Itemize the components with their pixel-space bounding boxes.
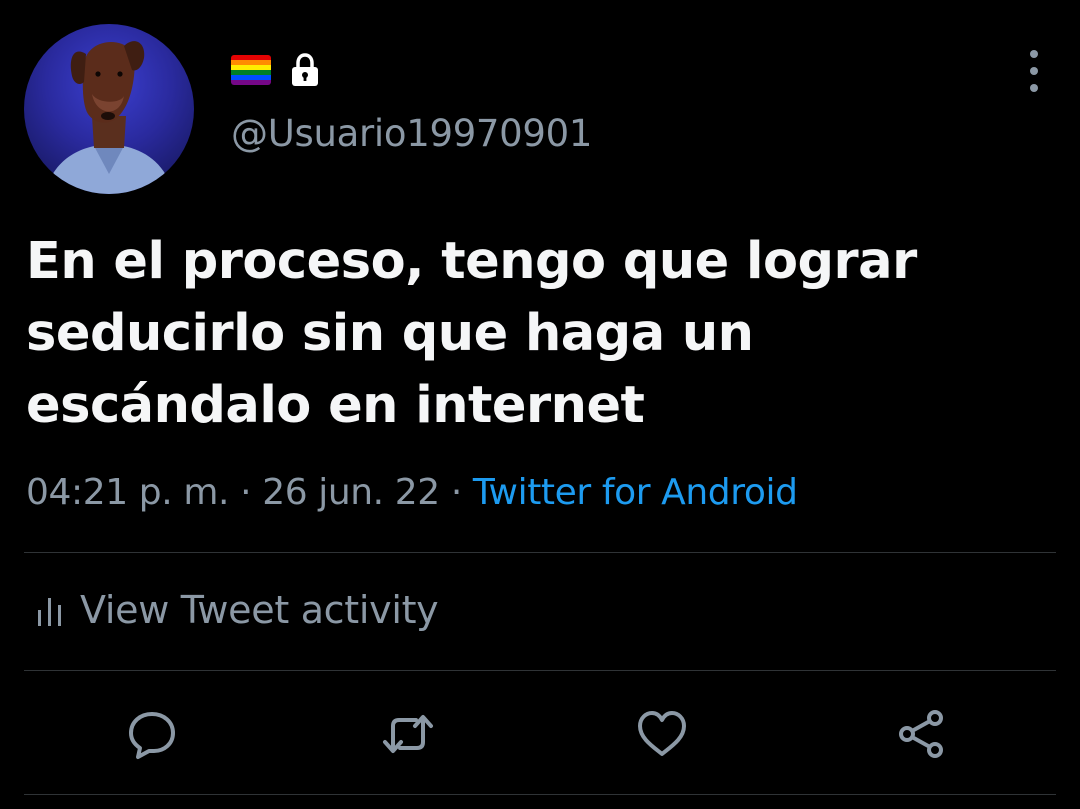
divider (24, 670, 1056, 671)
user-handle[interactable]: @Usuario19970901 (231, 112, 592, 155)
meta-separator: · (439, 472, 473, 513)
more-options-icon[interactable] (1018, 50, 1050, 92)
meta-separator: · (229, 472, 263, 513)
view-tweet-activity-button[interactable]: View Tweet activity (36, 588, 439, 632)
share-icon (899, 710, 943, 758)
tweet-text: En el proceso, tengo que lograr seducirl… (26, 232, 917, 435)
tweet-source-link[interactable]: Twitter for Android (473, 472, 798, 513)
tweet-date: 26 jun. 22 (262, 472, 440, 513)
tweet-time: 04:21 p. m. (26, 472, 230, 513)
tweet-meta: 04:21 p. m. · 26 jun. 22 · Twitter for A… (26, 472, 798, 513)
name-badges (231, 52, 323, 88)
retweet-button[interactable] (380, 706, 436, 762)
tweet-action-bar (0, 706, 1080, 762)
divider (24, 794, 1056, 795)
avatar[interactable] (24, 24, 194, 194)
reply-button[interactable] (124, 706, 180, 762)
bar-chart-icon (38, 598, 61, 626)
like-icon (638, 711, 686, 756)
rainbow-flag-icon (231, 55, 271, 85)
view-tweet-activity-label: View Tweet activity (80, 588, 439, 632)
share-button[interactable] (893, 706, 949, 762)
lock-icon (292, 53, 318, 86)
retweet-icon (383, 715, 433, 753)
divider (24, 552, 1056, 553)
like-button[interactable] (634, 706, 690, 762)
reply-icon (129, 712, 175, 759)
